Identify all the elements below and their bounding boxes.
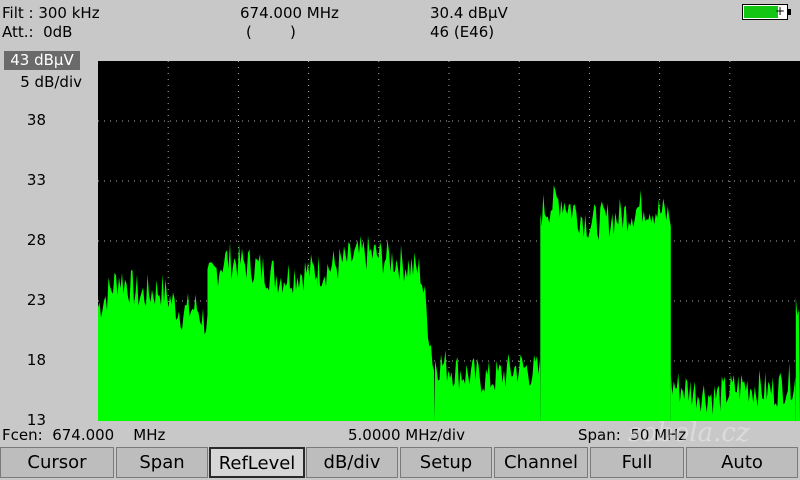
- y-tick-label: 38: [26, 111, 46, 129]
- full-button[interactable]: Full: [590, 447, 684, 478]
- auto-button[interactable]: Auto: [686, 447, 798, 478]
- level-readout: 30.4 dBµV: [430, 4, 508, 22]
- battery-fill: [744, 6, 778, 18]
- center-frequency-readout: Fcen: 674.000 MHz: [2, 426, 166, 444]
- cursor-button[interactable]: Cursor: [0, 447, 114, 478]
- y-tick-label: 33: [26, 171, 46, 189]
- ref-level-indicator: 43 dBµV: [4, 51, 80, 70]
- db-div-button[interactable]: dB/div: [306, 447, 398, 478]
- y-tick-label: 23: [26, 291, 46, 309]
- channel-readout: 46 (E46): [430, 23, 495, 41]
- scale-indicator: 5 dB/div: [20, 73, 82, 91]
- attenuation-readout: Att.: 0dB: [2, 23, 73, 41]
- spectrum-plot[interactable]: [98, 61, 800, 421]
- setup-button[interactable]: Setup: [400, 447, 492, 478]
- division-readout: 5.0000 MHz/div: [348, 426, 465, 444]
- filter-readout: Filt : 300 kHz: [2, 4, 100, 22]
- reflevel-button[interactable]: RefLevel: [209, 447, 305, 478]
- battery-terminal: [788, 9, 791, 15]
- softkey-bar: Cursor Span RefLevel dB/div Setup Channe…: [0, 446, 800, 480]
- span-button[interactable]: Span: [116, 447, 208, 478]
- battery-icon: +: [742, 4, 791, 20]
- battery-plus-icon: +: [774, 4, 785, 18]
- channel-button[interactable]: Channel: [494, 447, 588, 478]
- frequency-sub-readout: ( ): [246, 23, 296, 41]
- y-tick-label: 18: [26, 351, 46, 369]
- watermark: sobola.cz: [628, 418, 750, 448]
- frequency-readout: 674.000 MHz: [240, 4, 339, 22]
- y-tick-label: 28: [26, 231, 46, 249]
